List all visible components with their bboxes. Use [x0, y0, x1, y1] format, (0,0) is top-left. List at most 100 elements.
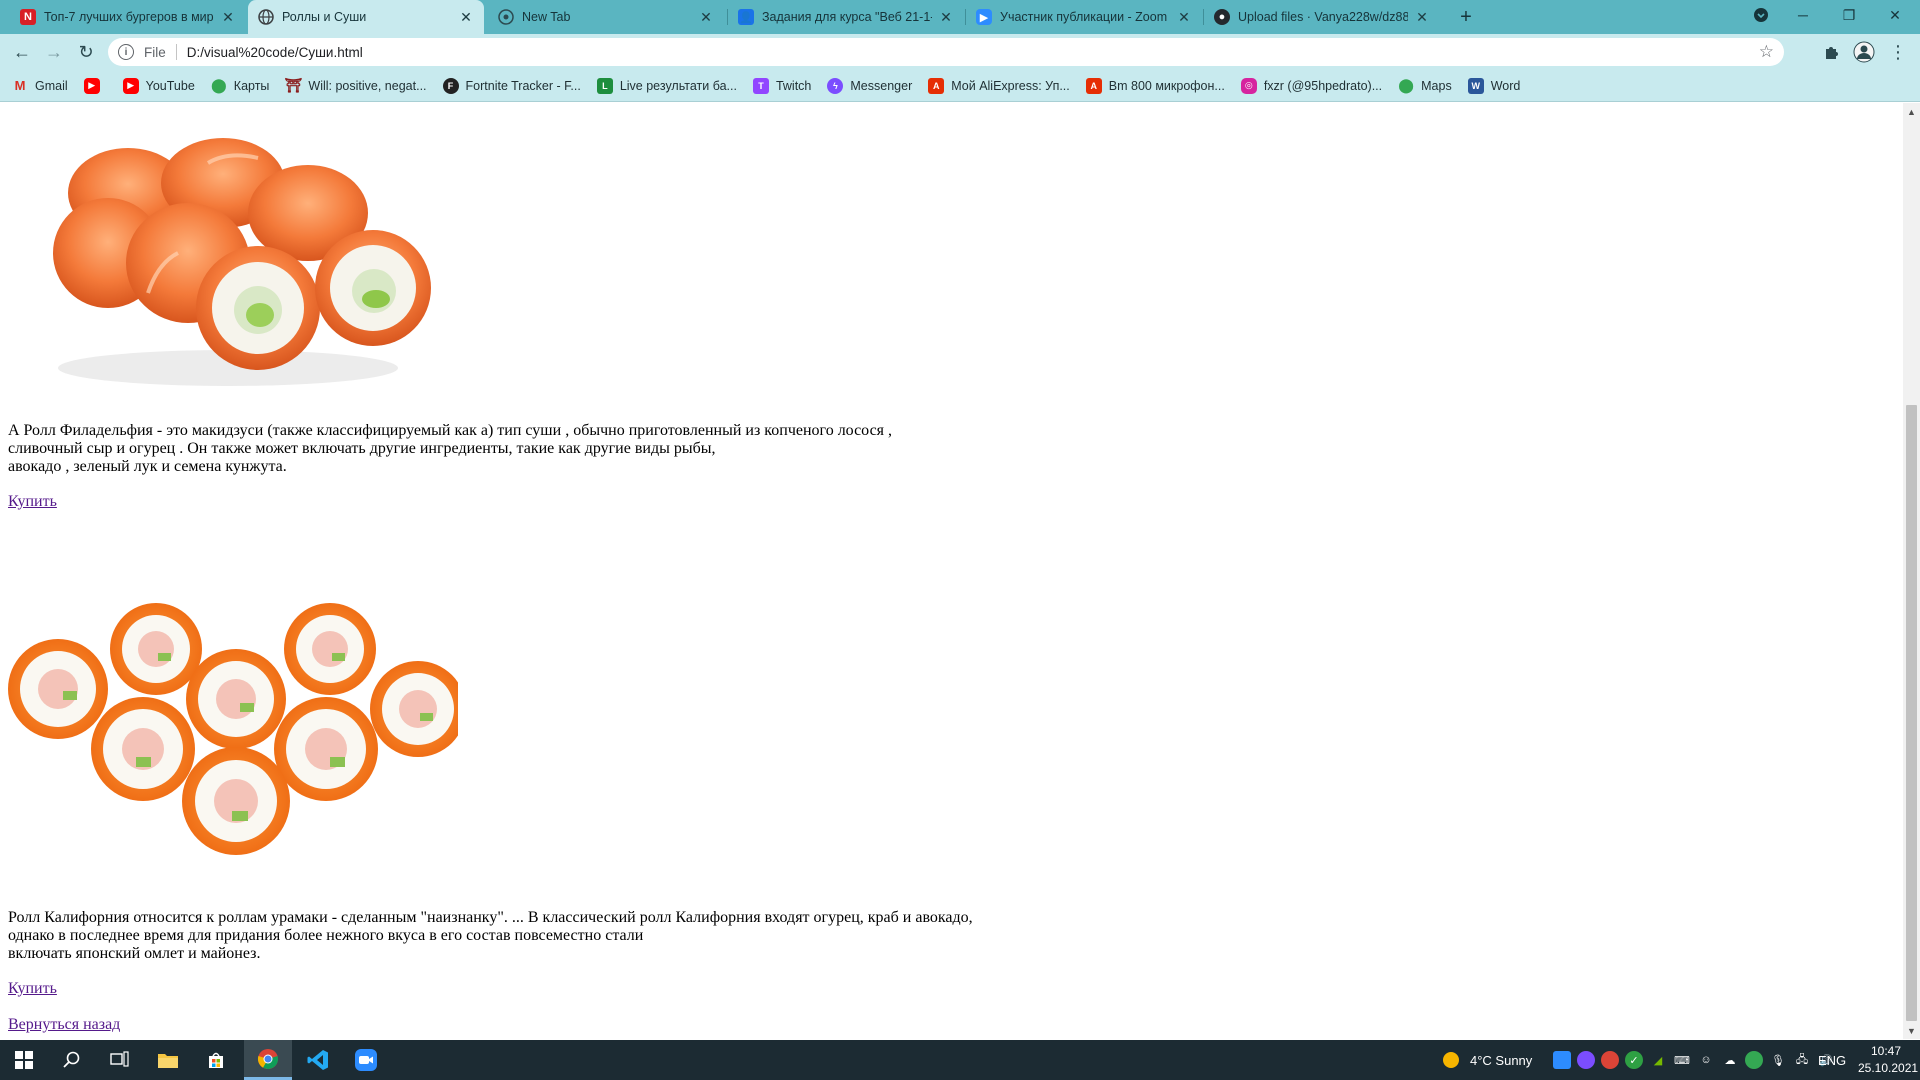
- scrollbar-thumb[interactable]: [1906, 405, 1917, 1021]
- philadelphia-description: А Ролл Филадельфия - это макидзуси (такж…: [8, 422, 892, 476]
- bookmark-youtube[interactable]: ▶ YouTube: [122, 77, 195, 94]
- california-description: Ролл Калифорния относится к роллам урама…: [8, 909, 973, 963]
- search-icon[interactable]: [48, 1040, 96, 1080]
- tab-title: Upload files · Vanya228w/dz88: [1238, 10, 1408, 24]
- nvidia-tray-icon[interactable]: ◢: [1649, 1051, 1667, 1069]
- close-icon[interactable]: ✕: [1176, 9, 1192, 25]
- close-icon[interactable]: ✕: [938, 9, 954, 25]
- messenger-tray-icon[interactable]: [1577, 1051, 1595, 1069]
- microsoft-store-icon[interactable]: [192, 1040, 240, 1080]
- philadelphia-roll-image: [8, 103, 458, 400]
- close-icon[interactable]: ✕: [698, 9, 714, 25]
- tab-title: Участник публикации - Zoom: [1000, 10, 1168, 24]
- windows-taskbar: 4°C Sunny ✓ ◢ ⌨ ☺ ☁ 🎙 🖧 🔊 ENG 10:47 25.1…: [0, 1040, 1920, 1080]
- bookmarks-bar: M Gmail ▶ ▶ YouTube ⬤ Карты ⛩ Will: posi…: [0, 70, 1920, 102]
- keyboard-tray-icon[interactable]: ⌨: [1673, 1051, 1691, 1069]
- profile-avatar[interactable]: [1850, 38, 1878, 66]
- bookmark-twitch[interactable]: T Twitch: [752, 77, 811, 94]
- buy-philadelphia-link[interactable]: Купить: [8, 493, 57, 511]
- zoom-taskbar-icon[interactable]: [342, 1040, 390, 1080]
- scroll-up-arrow-icon[interactable]: ▲: [1903, 103, 1920, 120]
- input-language[interactable]: ENG: [1818, 1040, 1846, 1080]
- bookmark-bm800[interactable]: A Bm 800 микрофон...: [1085, 77, 1225, 94]
- address-bar[interactable]: i File D:/visual%20code/Суши.html ☆: [108, 38, 1784, 66]
- bookmark-instagram[interactable]: ◎ fxzr (@95hpedrato)...: [1240, 77, 1383, 94]
- aliexpress-icon: A: [1085, 77, 1102, 94]
- tab-search-icon[interactable]: [1738, 0, 1784, 30]
- twitch-icon: T: [752, 77, 769, 94]
- language-label: ENG: [1818, 1052, 1847, 1068]
- tab-zoom[interactable]: ▶ Участник публикации - Zoom ✕: [966, 0, 1202, 34]
- gmail-icon: M: [14, 78, 26, 93]
- tab-classroom[interactable]: 👤 Задания для курса "Веб 21-1-1" ✕: [728, 0, 964, 34]
- classroom-icon: 👤: [738, 9, 754, 25]
- omnibox-divider: [175, 44, 177, 60]
- weather-text: 4°C Sunny: [1470, 1052, 1533, 1068]
- instagram-icon: ◎: [1240, 77, 1257, 94]
- clock-date: 25.10.2021: [1858, 1061, 1919, 1075]
- extensions-puzzle-icon[interactable]: [1818, 38, 1846, 66]
- discord-tray-icon[interactable]: ☺: [1697, 1051, 1715, 1069]
- minimize-button[interactable]: ─: [1780, 0, 1826, 30]
- close-window-button[interactable]: ✕: [1872, 0, 1918, 30]
- check-tray-icon[interactable]: ✓: [1625, 1051, 1643, 1069]
- url-text[interactable]: D:/visual%20code/Суши.html: [187, 45, 363, 60]
- bookmark-youtube-icon-only[interactable]: ▶: [83, 77, 107, 94]
- tab-rolls-sushi[interactable]: Роллы и Суши ✕: [248, 0, 484, 34]
- restore-button[interactable]: ❐: [1826, 0, 1872, 30]
- network-icon[interactable]: 🖧: [1793, 1051, 1811, 1069]
- file-explorer-icon[interactable]: [144, 1040, 192, 1080]
- go-back-link[interactable]: Вернуться назад: [8, 1016, 120, 1034]
- word-icon: W: [1467, 77, 1484, 94]
- clock[interactable]: 10:47 25.10.2021: [1858, 1043, 1919, 1077]
- tarot-icon: ⛩: [284, 77, 303, 93]
- aliexpress-icon: A: [928, 77, 945, 94]
- tab-title: Топ-7 лучших бургеров в мире: [44, 10, 214, 24]
- bookmark-word[interactable]: W Word: [1467, 77, 1521, 94]
- zoom-tray-icon[interactable]: [1553, 1051, 1571, 1069]
- buy-california-link[interactable]: Купить: [8, 980, 57, 998]
- bookmark-messenger[interactable]: ϟ Messenger: [827, 77, 913, 94]
- reload-icon[interactable]: ↻: [72, 38, 100, 66]
- bookmark-star-icon[interactable]: ☆: [1759, 42, 1774, 62]
- tab-new-tab[interactable]: New Tab ✕: [488, 0, 724, 34]
- vscode-icon[interactable]: [294, 1040, 342, 1080]
- bookmark-gmail[interactable]: M Gmail: [12, 78, 68, 94]
- tab-title: New Tab: [522, 10, 571, 24]
- globe-icon: [258, 9, 274, 25]
- bookmark-label: Word: [1490, 78, 1521, 93]
- bookmark-live-results[interactable]: L Live результати ба...: [596, 77, 737, 94]
- info-icon[interactable]: i: [118, 44, 134, 60]
- system-tray-icons: ✓ ◢ ⌨ ☺ ☁ 🎙 🖧 🔊: [1550, 1040, 1838, 1080]
- kebab-menu-icon[interactable]: ⋮: [1884, 38, 1912, 66]
- vertical-scrollbar[interactable]: ▲ ▼: [1903, 103, 1920, 1039]
- close-icon[interactable]: ✕: [1414, 9, 1430, 25]
- forward-arrow-icon[interactable]: →: [40, 38, 68, 66]
- chrome-taskbar-icon[interactable]: [244, 1040, 292, 1080]
- bookmark-aliexpress[interactable]: A Мой AliExpress: Уп...: [928, 77, 1070, 94]
- close-icon[interactable]: ✕: [458, 9, 474, 25]
- bookmark-maps[interactable]: ⬤ Maps: [1398, 77, 1452, 94]
- chrome-tray-icon[interactable]: [1601, 1051, 1619, 1069]
- bookmark-label: fxzr (@95hpedrato)...: [1263, 78, 1383, 93]
- close-icon[interactable]: ✕: [220, 9, 236, 25]
- microphone-icon[interactable]: 🎙: [1769, 1051, 1787, 1069]
- netflix-icon: N: [20, 9, 36, 25]
- bookmark-label: Maps: [1421, 78, 1452, 93]
- sun-icon: [1441, 1050, 1461, 1070]
- onedrive-tray-icon[interactable]: ☁: [1721, 1051, 1739, 1069]
- new-tab-button[interactable]: +: [1454, 5, 1478, 29]
- task-view-icon[interactable]: [96, 1040, 144, 1080]
- back-arrow-icon[interactable]: ←: [8, 38, 36, 66]
- bookmark-fortnite-tracker[interactable]: F Fortnite Tracker - F...: [442, 77, 581, 94]
- tab-burgers[interactable]: N Топ-7 лучших бургеров в мире ✕: [10, 0, 246, 34]
- zoom-icon: ▶: [976, 9, 992, 25]
- tab-github[interactable]: ● Upload files · Vanya228w/dz88 ✕: [1204, 0, 1440, 34]
- scroll-down-arrow-icon[interactable]: ▼: [1903, 1022, 1920, 1039]
- google-tray-icon[interactable]: [1745, 1051, 1763, 1069]
- windows-start-icon[interactable]: [0, 1040, 48, 1080]
- bookmark-label: Messenger: [850, 78, 913, 93]
- bookmark-will[interactable]: ⛩ Will: positive, negat...: [284, 77, 427, 94]
- bookmark-maps-ru[interactable]: ⬤ Карты: [211, 77, 269, 94]
- weather-widget[interactable]: 4°C Sunny: [1438, 1040, 1532, 1080]
